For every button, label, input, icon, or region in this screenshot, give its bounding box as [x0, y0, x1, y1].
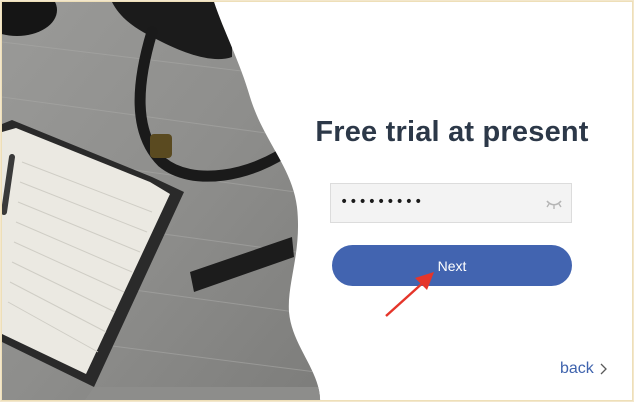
page-title: Free trial at present — [315, 116, 589, 148]
back-link[interactable]: back — [560, 360, 607, 378]
chevron-right-icon — [600, 363, 607, 375]
eye-closed-icon[interactable] — [545, 195, 563, 211]
next-button[interactable]: Next — [332, 245, 572, 286]
red-arrow-icon — [385, 272, 434, 317]
background-photo — [2, 2, 321, 400]
trial-dialog: Free trial at present ••••••••• Next bac… — [1, 1, 633, 401]
password-field[interactable]: ••••••••• — [330, 183, 572, 223]
password-value: ••••••••• — [340, 194, 424, 210]
back-label: back — [560, 360, 594, 377]
